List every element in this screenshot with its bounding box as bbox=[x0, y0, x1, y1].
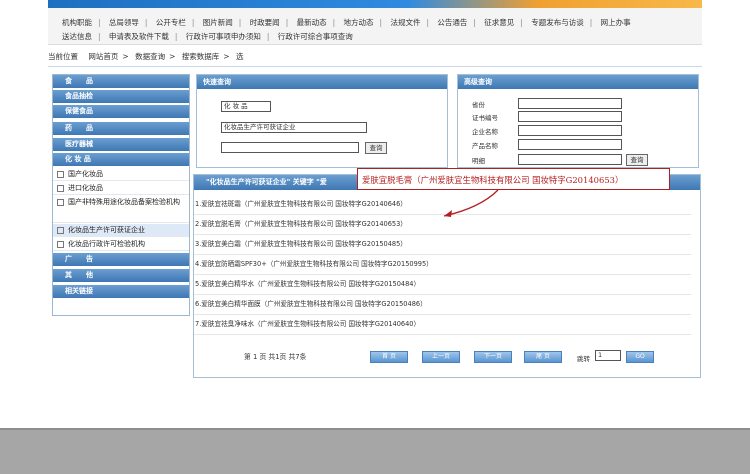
page-number-input[interactable]: 1 bbox=[595, 350, 621, 361]
product-name-input[interactable] bbox=[518, 139, 622, 150]
sidebar-category[interactable]: 广 告 bbox=[53, 253, 189, 266]
field-label: 证书编号 bbox=[472, 114, 498, 122]
breadcrumb: 当前位置 网站首页 > 数据查询 > 搜索数据库 > 选 bbox=[48, 52, 244, 61]
advanced-search-button[interactable]: 查询 bbox=[626, 154, 648, 166]
breadcrumb-item[interactable]: 搜索数据库 bbox=[182, 52, 220, 61]
nav-item[interactable]: 公告通告 bbox=[437, 16, 467, 30]
nav-item[interactable]: 行政许可综合事项查询 bbox=[278, 30, 353, 44]
nav-item[interactable]: 最新动态 bbox=[297, 16, 327, 30]
sidebar-category[interactable]: 相关链接 bbox=[53, 285, 189, 298]
nav-item[interactable]: 机构职能 bbox=[62, 16, 92, 30]
footer-divider bbox=[0, 428, 750, 430]
nav-row-1: 机构职能 | 总局领导 | 公开专栏 | 图片新闻 | 时政要闻 | 最新动态 | 地方动态… bbox=[62, 16, 631, 30]
breadcrumb-label: 当前位置 bbox=[48, 52, 78, 61]
footer-bar bbox=[0, 428, 750, 474]
result-item[interactable]: 3.爱肤宜美白霜（广州爱肤宜生物科技有限公司 国妆特字G20150485） bbox=[194, 235, 691, 255]
breadcrumb-item[interactable]: 选 bbox=[236, 52, 244, 61]
nav-item[interactable]: 专题发布与访谈 bbox=[531, 16, 584, 30]
callout-arrow-icon bbox=[443, 189, 499, 217]
nav-item[interactable]: 图片新闻 bbox=[203, 16, 233, 30]
breadcrumb-item[interactable]: 网站首页 bbox=[88, 52, 118, 61]
company-name-input[interactable] bbox=[518, 125, 622, 136]
nav-item[interactable]: 时政要闻 bbox=[250, 16, 280, 30]
top-banner-strip bbox=[48, 0, 702, 8]
category-select[interactable]: 化 妆 品 bbox=[221, 101, 271, 112]
next-page-button[interactable]: 下一页 bbox=[474, 351, 512, 363]
quick-search-title: 快速查询 bbox=[197, 75, 447, 89]
go-button[interactable]: GO bbox=[626, 351, 654, 363]
advanced-search-panel: 高级查询 省份 证书编号 企业名称 产品名称 明细 查询 bbox=[457, 74, 699, 168]
certificate-number-input[interactable] bbox=[518, 111, 622, 122]
sidebar-sub-item[interactable]: 化妆品行政许可检验机构 bbox=[53, 238, 189, 251]
result-item[interactable]: 5.爱肤宜美白精华水（广州爱肤宜生物科技有限公司 国妆特字G20150484） bbox=[194, 275, 691, 295]
pager-info: 第 1 页 共1页 共7条 bbox=[244, 353, 307, 361]
field-label: 企业名称 bbox=[472, 128, 498, 136]
sidebar-category[interactable]: 保健食品 bbox=[53, 105, 189, 118]
nav-item[interactable]: 征求意见 bbox=[484, 16, 514, 30]
last-page-button[interactable]: 尾 页 bbox=[524, 351, 562, 363]
quick-search-button[interactable]: 查询 bbox=[365, 142, 387, 154]
sidebar-category[interactable]: 食 品 bbox=[53, 75, 189, 88]
checkbox-icon bbox=[57, 226, 64, 234]
first-page-button[interactable]: 首 页 bbox=[370, 351, 408, 363]
sidebar-sub-item[interactable]: 进口化妆品 bbox=[53, 182, 189, 195]
quick-search-panel: 快速查询 化 妆 品 化妆品生产许可获证企业 查询 bbox=[196, 74, 448, 168]
database-select[interactable]: 化妆品生产许可获证企业 bbox=[221, 122, 367, 133]
nav-item[interactable]: 法规文件 bbox=[390, 16, 420, 30]
main-nav: 机构职能 | 总局领导 | 公开专栏 | 图片新闻 | 时政要闻 | 最新动态 | 地方动态… bbox=[48, 8, 702, 45]
sidebar-sub-item[interactable]: 国产化妆品 bbox=[53, 168, 189, 181]
sidebar-category[interactable]: 食品抽检 bbox=[53, 90, 189, 103]
keyword-input[interactable] bbox=[221, 142, 359, 153]
province-input[interactable] bbox=[518, 98, 622, 109]
sidebar-category[interactable]: 药 品 bbox=[53, 122, 189, 135]
detail-input[interactable] bbox=[518, 154, 622, 165]
nav-item[interactable]: 送达信息 bbox=[62, 30, 92, 44]
checkbox-icon bbox=[57, 198, 64, 206]
field-label: 明细 bbox=[472, 157, 485, 165]
jump-label: 跳转 bbox=[577, 355, 590, 363]
checkbox-icon bbox=[57, 184, 64, 192]
sidebar: 食 品 食品抽检 保健食品 药 品 医疗器械 化 妆 品 国产化妆品 进口化妆品… bbox=[52, 74, 190, 316]
nav-item[interactable]: 总局领导 bbox=[109, 16, 139, 30]
sidebar-category[interactable]: 医疗器械 bbox=[53, 138, 189, 151]
sidebar-category[interactable]: 其 他 bbox=[53, 269, 189, 282]
sidebar-sub-item[interactable]: 国产非特殊用途化妆品备案检验机构 bbox=[53, 196, 189, 223]
prev-page-button[interactable]: 上一页 bbox=[422, 351, 460, 363]
zoom-tooltip: 爱肤宜脱毛膏（广州爱肤宜生物科技有限公司 国妆特字G20140653） bbox=[357, 168, 670, 190]
result-item[interactable]: 7.爱肤宜祛臭净味水（广州爱肤宜生物科技有限公司 国妆特字G20140640） bbox=[194, 315, 691, 335]
breadcrumb-item[interactable]: 数据查询 bbox=[135, 52, 165, 61]
sidebar-sub-item-active[interactable]: 化妆品生产许可获证企业 bbox=[53, 224, 189, 237]
nav-item[interactable]: 行政许可事项申办须知 bbox=[186, 30, 261, 44]
divider bbox=[48, 66, 702, 67]
nav-item[interactable]: 地方动态 bbox=[344, 16, 374, 30]
field-label: 省份 bbox=[472, 101, 485, 109]
field-label: 产品名称 bbox=[472, 142, 498, 150]
nav-item[interactable]: 申请表及软件下载 bbox=[109, 30, 169, 44]
result-item[interactable]: 6.爱肤宜美白精华面膜（广州爱肤宜生物科技有限公司 国妆特字G20150486） bbox=[194, 295, 691, 315]
checkbox-icon bbox=[57, 170, 64, 178]
sidebar-category[interactable]: 化 妆 品 bbox=[53, 153, 189, 166]
nav-row-2: 送达信息 | 申请表及软件下载 | 行政许可事项申办须知 | 行政许可综合事项查询 bbox=[62, 30, 353, 44]
advanced-search-title: 高级查询 bbox=[458, 75, 698, 89]
result-item[interactable]: 4.爱肤宜防晒霜SPF30+（广州爱肤宜生物科技有限公司 国妆特字G201509… bbox=[194, 255, 691, 275]
nav-item[interactable]: 公开专栏 bbox=[156, 16, 186, 30]
nav-item[interactable]: 网上办事 bbox=[601, 16, 631, 30]
checkbox-icon bbox=[57, 240, 64, 248]
